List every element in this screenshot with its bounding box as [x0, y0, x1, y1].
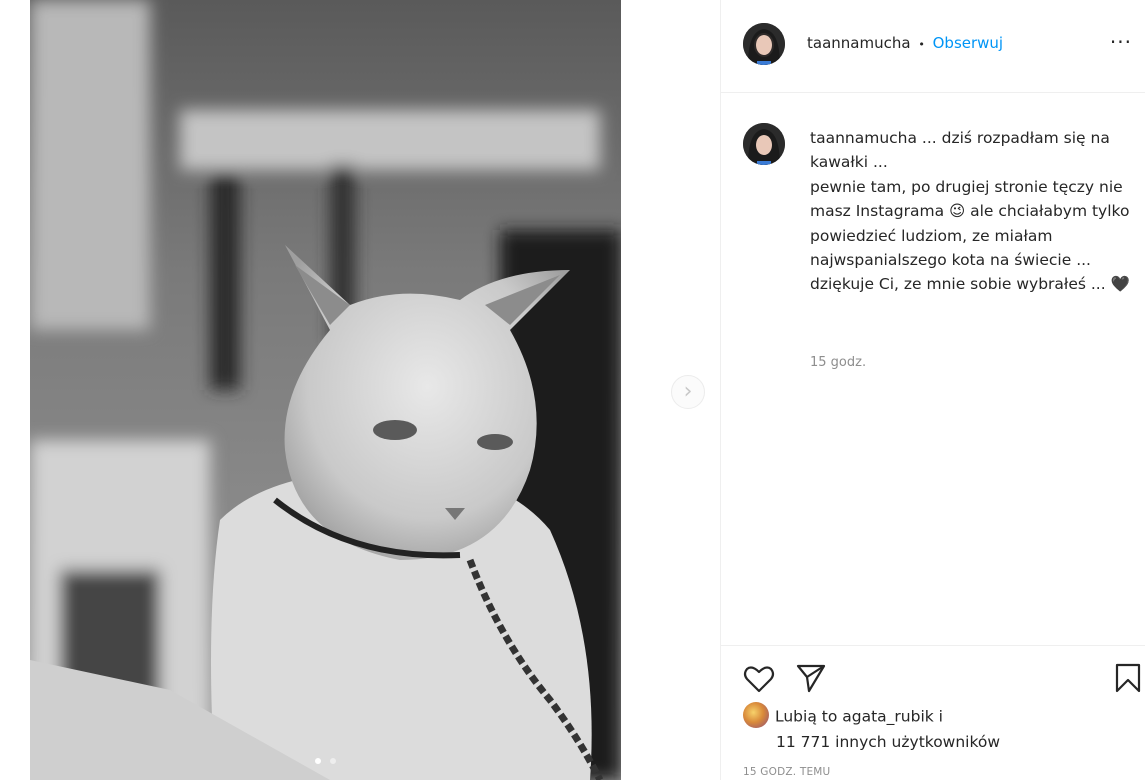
header-user-line: taannamucha • Obserwuj — [807, 34, 1003, 52]
carousel-indicator — [30, 749, 621, 768]
liker-avatar[interactable] — [743, 702, 769, 728]
post-photo[interactable] — [30, 0, 621, 780]
liker-username[interactable]: agata_rubik — [842, 708, 933, 726]
post-header: taannamucha • Obserwuj ··· — [721, 0, 1145, 93]
paper-plane-icon — [796, 664, 826, 693]
save-button[interactable] — [1114, 662, 1142, 698]
next-slide-button[interactable]: › — [671, 375, 705, 409]
caption-text: taannamucha ... dziś rozpadłam się na ka… — [810, 126, 1130, 297]
chevron-right-icon: › — [683, 379, 693, 404]
likes-others-link[interactable]: 11 771 innych użytkowników — [743, 730, 1000, 754]
caption-avatar[interactable] — [743, 123, 785, 165]
post-side-panel: taannamucha • Obserwuj ··· taannamucha .… — [720, 0, 1145, 780]
share-button[interactable] — [795, 662, 827, 698]
cat-photo-image — [30, 0, 621, 780]
caption-timestamp[interactable]: 15 godz. — [810, 355, 866, 370]
bookmark-icon — [1115, 663, 1141, 693]
avatar[interactable] — [743, 23, 785, 65]
likes-summary: Lubią to agata_rubik i 11 771 innych uży… — [743, 702, 1000, 754]
likes-suffix: i — [933, 707, 943, 726]
post-actions: Lubią to agata_rubik i 11 771 innych uży… — [721, 645, 1145, 781]
follow-separator: • — [918, 38, 925, 51]
heart-icon — [743, 666, 775, 693]
caption-username[interactable]: taannamucha — [810, 129, 917, 147]
carousel-dot — [330, 758, 337, 764]
header-username[interactable]: taannamucha — [807, 34, 911, 52]
likes-prefix: Lubią to — [775, 707, 843, 726]
carousel-dot-active — [314, 758, 321, 764]
caption-body: ... dziś rozpadłam się na kawałki ... pe… — [810, 129, 1130, 294]
more-options-icon[interactable]: ··· — [1110, 30, 1132, 54]
follow-button[interactable]: Obserwuj — [933, 34, 1003, 52]
post-timestamp[interactable]: 15 GODZ. TEMU — [743, 766, 830, 778]
like-button[interactable] — [743, 664, 775, 698]
